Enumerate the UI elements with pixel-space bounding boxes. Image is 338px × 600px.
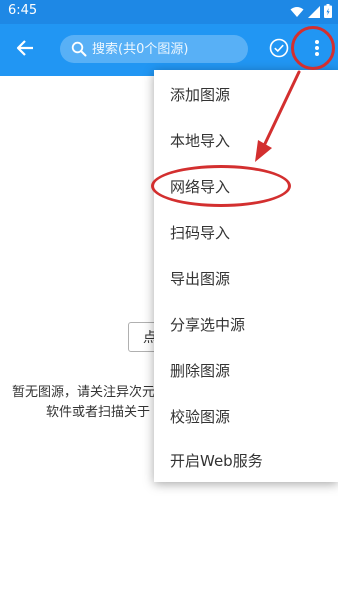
more-button-highlight-circle [291,26,335,70]
menu-item-web-service[interactable]: 开启Web服务 [154,438,338,484]
menu-item-export-source[interactable]: 导出图源 [154,256,338,302]
back-button[interactable] [10,36,40,64]
empty-state-text-2: 软件或者扫描关于 [46,405,151,420]
overflow-menu: 添加图源 本地导入 网络导入 扫码导入 导出图源 分享选中源 删除图源 校验图源… [154,70,338,482]
screen: 6:45 搜索(共0个图源) 点 暂无图源，请关注异次元 软件或者扫描关于 添加… [0,0,338,600]
network-import-highlight-ellipse [151,165,291,207]
status-icons [290,3,332,22]
menu-item-delete-source[interactable]: 删除图源 [154,348,338,394]
select-all-button[interactable] [265,36,293,64]
search-input[interactable] [92,41,242,57]
menu-item-local-import[interactable]: 本地导入 [154,118,338,164]
status-bar: 6:45 [0,0,338,24]
signal-icon [308,3,320,22]
back-arrow-icon [16,39,34,61]
battery-icon [324,3,332,22]
menu-item-add-source[interactable]: 添加图源 [154,72,338,118]
status-time: 6:45 [8,3,38,18]
search-icon [66,35,92,63]
menu-item-share-selected[interactable]: 分享选中源 [154,302,338,348]
check-circle-icon [269,38,289,62]
search-box[interactable] [60,35,248,63]
app-bar [0,24,338,76]
menu-item-scan-import[interactable]: 扫码导入 [154,210,338,256]
menu-item-verify-source[interactable]: 校验图源 [154,394,338,440]
wifi-icon [290,3,304,22]
